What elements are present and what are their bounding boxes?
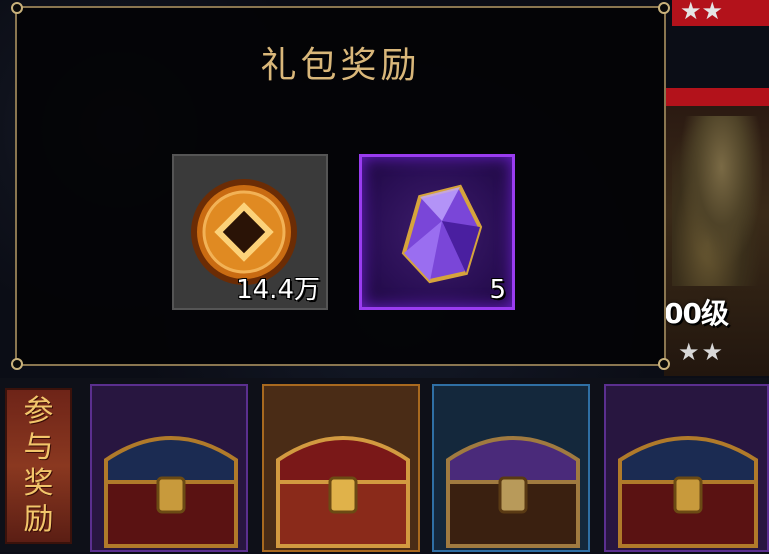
- corner-ornament: [658, 2, 670, 14]
- reward-item-coin[interactable]: 14.4万: [172, 154, 328, 310]
- treasure-chest-icon: [104, 436, 238, 548]
- hero-stars-top: ★★: [672, 0, 769, 26]
- hero-card[interactable]: 00级 ★★: [664, 88, 769, 376]
- treasure-chest-icon: [276, 436, 410, 548]
- chest-slot-4[interactable]: [604, 384, 769, 552]
- hero-level-label: 00级: [664, 297, 729, 330]
- treasure-chest-icon: [446, 436, 580, 548]
- reward-modal[interactable]: 礼包奖励 14.4万 5: [11, 2, 670, 370]
- gem-amount: 5: [489, 275, 506, 305]
- join-rewards-label: 参与奖励: [5, 388, 72, 544]
- corner-ornament: [11, 358, 23, 370]
- chest-slot-2[interactable]: [262, 384, 420, 552]
- chest-slot-3[interactable]: [432, 384, 590, 552]
- reward-item-gem[interactable]: 5: [359, 154, 515, 310]
- chest-slot-1[interactable]: [90, 384, 248, 552]
- modal-title: 礼包奖励: [260, 45, 421, 86]
- corner-ornament: [658, 358, 670, 370]
- corner-ornament: [11, 2, 23, 14]
- coin-amount: 14.4万: [236, 275, 320, 305]
- hero-portrait: [672, 116, 762, 286]
- treasure-chest-icon: [618, 436, 758, 548]
- hero-stars: ★★: [678, 338, 726, 366]
